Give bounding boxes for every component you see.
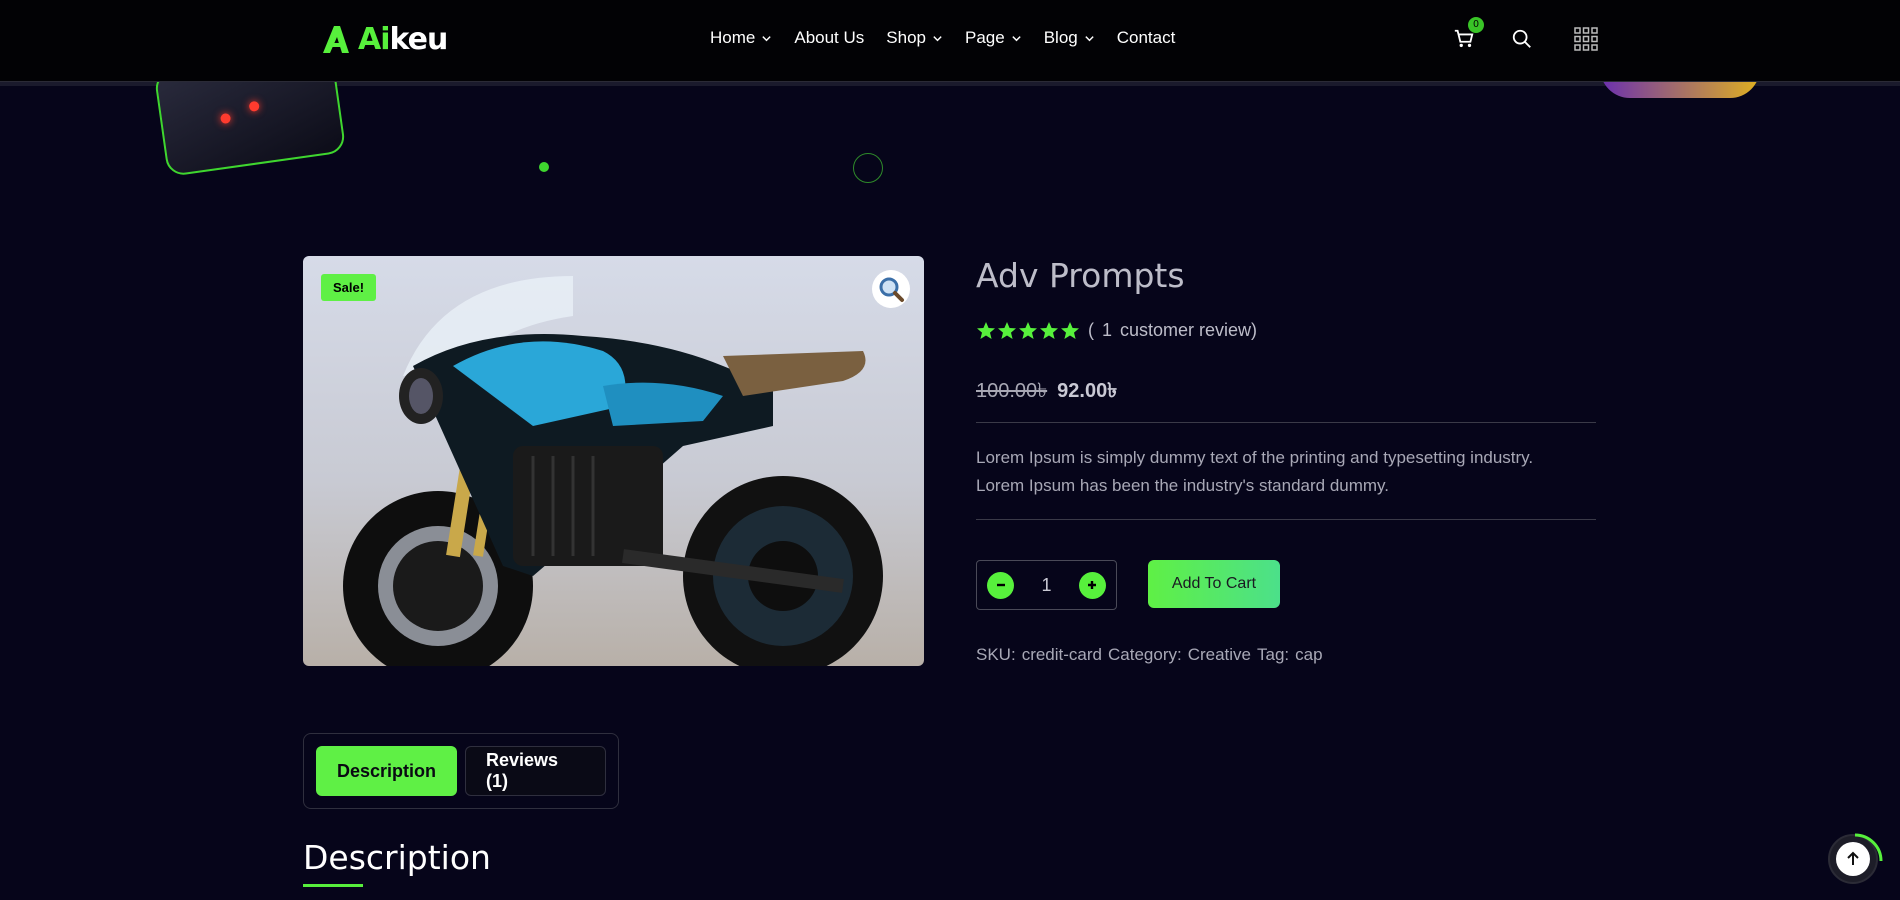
magnifier-icon — [879, 277, 904, 302]
tab-description[interactable]: Description — [316, 746, 457, 796]
search-icon — [1512, 29, 1531, 48]
chevron-down-icon — [762, 35, 772, 41]
tag-label: Tag: — [1257, 645, 1290, 664]
star-rating — [976, 321, 1080, 341]
tag-link[interactable]: cap — [1295, 645, 1322, 665]
section-heading: Description — [303, 838, 491, 877]
review-count[interactable]: 1 — [1102, 320, 1112, 341]
rating-row: ( 1 customer review) — [976, 320, 1257, 341]
product-tabs: Description Reviews (1) — [303, 733, 619, 809]
sale-badge: Sale! — [321, 274, 377, 301]
grid-menu-icon — [1574, 27, 1598, 51]
main-nav: Home About Us Shop Page Blog Contact — [710, 0, 1175, 76]
header-actions: 0 — [1450, 17, 1600, 56]
review-open-paren: ( — [1088, 320, 1094, 340]
star-icon — [1040, 321, 1058, 339]
nav-item-shop[interactable]: Shop — [886, 28, 943, 48]
cart-button[interactable]: 0 — [1450, 17, 1484, 53]
star-icon — [1061, 321, 1079, 339]
category-label: Category: — [1108, 645, 1182, 664]
motorcycle-image — [343, 276, 883, 666]
grid-menu-button[interactable] — [1572, 25, 1600, 53]
search-button[interactable] — [1508, 25, 1536, 53]
logo[interactable]: Aikeu — [320, 21, 449, 57]
star-icon — [977, 321, 995, 339]
nav-label: Home — [710, 28, 756, 47]
nav-label: Shop — [886, 28, 926, 47]
category-link[interactable]: Creative — [1188, 645, 1251, 665]
quantity-input[interactable]: 1 — [1041, 575, 1051, 596]
product-image[interactable]: Sale! — [303, 256, 924, 666]
description-line: Lorem Ipsum has been the industry's stan… — [976, 476, 1390, 495]
heading-underline — [303, 884, 363, 887]
review-link[interactable]: customer review) — [1120, 320, 1257, 341]
sku-label: SKU: — [976, 645, 1016, 664]
nav-item-about[interactable]: About Us — [794, 28, 864, 48]
logo-text-rest: keu — [389, 21, 449, 57]
nav-item-home[interactable]: Home — [710, 28, 772, 48]
star-icon — [1019, 321, 1037, 339]
scroll-to-top-button[interactable] — [1828, 833, 1883, 884]
nav-label: Contact — [1116, 28, 1176, 47]
plus-icon — [1088, 581, 1097, 589]
chevron-down-icon — [933, 35, 942, 41]
sku-value: credit-card — [1021, 645, 1102, 664]
description-line: Lorem Ipsum is simply dummy text of the … — [976, 448, 1534, 467]
cart-count-badge: 0 — [1468, 17, 1484, 33]
quantity-decrease-button[interactable] — [987, 571, 1014, 599]
quantity-stepper: 1 — [976, 560, 1117, 610]
nav-label: Page — [965, 28, 1005, 47]
price-new: 92.00৳ — [1057, 380, 1118, 402]
product-title: Adv Prompts — [976, 256, 1185, 295]
logo-text-ai: Ai — [358, 21, 391, 57]
nav-label: Blog — [1043, 28, 1078, 47]
nav-item-contact[interactable]: Contact — [1117, 28, 1176, 48]
chevron-down-icon — [1012, 35, 1021, 41]
site-header: Aikeu Home About Us Shop Page Blog Conta… — [0, 0, 1900, 82]
nav-item-blog[interactable]: Blog — [1044, 28, 1095, 48]
product-short-description: Lorem Ipsum is simply dummy text of the … — [976, 444, 1596, 500]
price-row: 100.00৳ 92.00৳ — [976, 376, 1117, 409]
divider — [976, 519, 1596, 520]
star-icon — [998, 321, 1016, 339]
logo-mark-icon — [323, 26, 349, 53]
nav-item-page[interactable]: Page — [965, 28, 1022, 48]
zoom-button[interactable] — [872, 270, 910, 308]
divider — [976, 422, 1596, 423]
add-to-cart-button[interactable]: Add To Cart — [1148, 560, 1280, 608]
minus-icon — [996, 583, 1005, 587]
green-dot-decoration — [539, 162, 549, 172]
ring-decoration — [853, 153, 883, 183]
logo-text: Aikeu — [358, 21, 449, 57]
product-meta: SKU: credit-card Category: Creative Tag:… — [976, 645, 1323, 665]
chevron-down-icon — [1085, 35, 1094, 41]
nav-label: About Us — [794, 28, 865, 47]
scroll-progress-ring — [1854, 833, 1883, 862]
price-old: 100.00৳ — [976, 380, 1048, 402]
tab-reviews[interactable]: Reviews (1) — [465, 746, 606, 796]
quantity-increase-button[interactable] — [1078, 571, 1106, 599]
